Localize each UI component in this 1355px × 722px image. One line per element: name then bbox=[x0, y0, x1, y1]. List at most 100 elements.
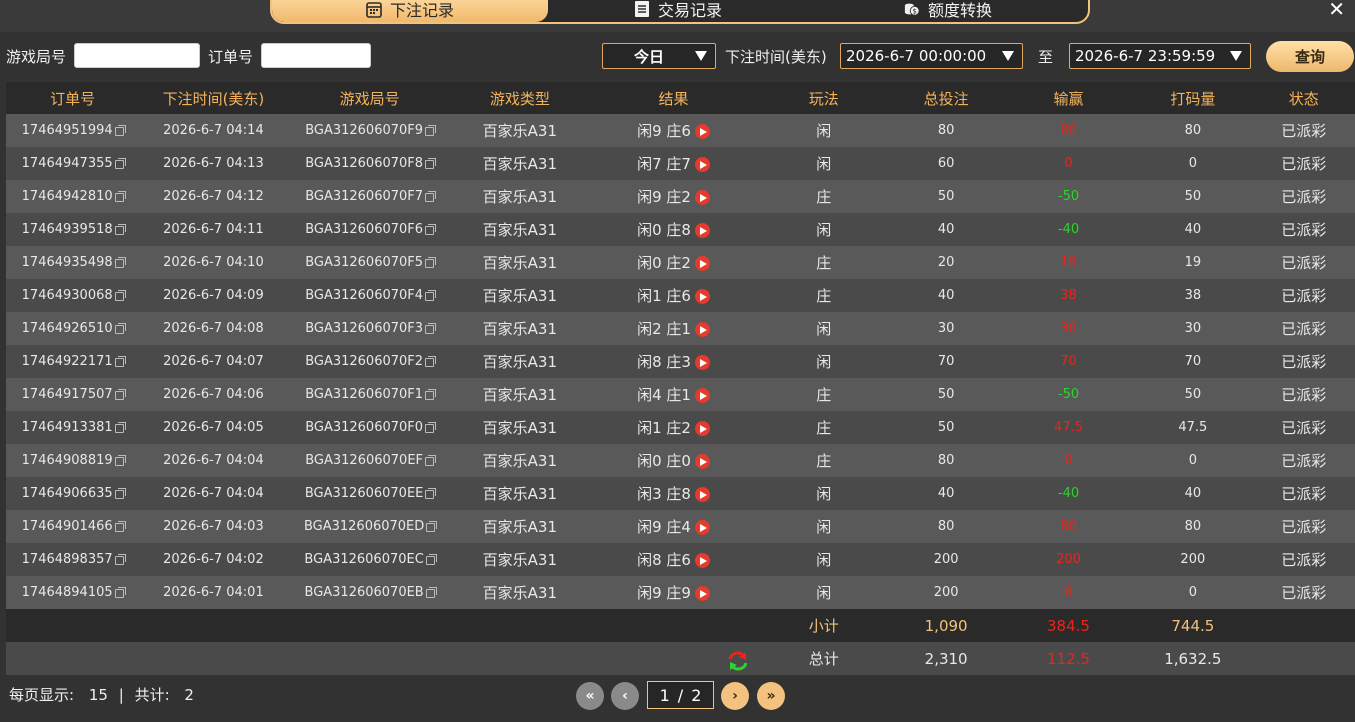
order-id: 17464922171 bbox=[21, 354, 113, 369]
first-page-button[interactable]: « bbox=[576, 682, 604, 710]
win-loss: -50 bbox=[1057, 189, 1080, 204]
chevron-down-icon bbox=[1230, 51, 1242, 61]
copy-icon[interactable] bbox=[425, 257, 437, 268]
status: 已派彩 bbox=[1281, 320, 1327, 338]
to-label: 至 bbox=[1038, 48, 1054, 66]
order-id: 17464898357 bbox=[21, 552, 113, 567]
play-icon[interactable] bbox=[694, 421, 710, 436]
copy-icon[interactable] bbox=[114, 455, 126, 466]
tab-transaction-records[interactable]: 交易记录 bbox=[548, 0, 808, 22]
round-id-cell: BGA312606070EF bbox=[288, 453, 452, 468]
copy-icon[interactable] bbox=[114, 521, 126, 532]
play-icon[interactable] bbox=[694, 520, 710, 535]
order-id-cell: 17464913381 bbox=[6, 420, 139, 435]
play-icon[interactable] bbox=[694, 553, 710, 568]
play-icon[interactable] bbox=[694, 190, 710, 205]
total-bet: 50 bbox=[937, 189, 955, 204]
copy-icon[interactable] bbox=[114, 488, 126, 499]
prev-page-button[interactable]: ‹ bbox=[611, 682, 639, 710]
copy-icon[interactable] bbox=[426, 521, 438, 532]
round-id: BGA312606070ED bbox=[303, 519, 425, 534]
round-id-input[interactable] bbox=[74, 43, 200, 68]
copy-icon[interactable] bbox=[425, 191, 437, 202]
copy-icon[interactable] bbox=[425, 125, 437, 136]
tab-bet-records[interactable]: 下注记录 bbox=[272, 0, 548, 22]
result-cell: 闲9 庄2 bbox=[588, 186, 759, 207]
status: 已派彩 bbox=[1281, 518, 1327, 536]
copy-icon[interactable] bbox=[114, 356, 126, 367]
page-number-box[interactable]: 1 / 2 bbox=[647, 681, 714, 709]
win-loss: 80 bbox=[1060, 123, 1077, 138]
copy-icon[interactable] bbox=[114, 290, 126, 301]
round-id-cell: BGA312606070F6 bbox=[288, 222, 452, 237]
total-bet: 40 bbox=[937, 486, 955, 501]
order-id-cell: 17464922171 bbox=[6, 354, 139, 369]
copy-icon[interactable] bbox=[425, 587, 437, 598]
copy-icon[interactable] bbox=[425, 290, 437, 301]
order-id-input[interactable] bbox=[261, 43, 371, 68]
copy-icon[interactable] bbox=[114, 257, 126, 268]
table-row: 17464913381 2026-6-7 04:05 BGA312606070F0 百… bbox=[6, 411, 1355, 444]
copy-icon[interactable] bbox=[114, 422, 126, 433]
copy-icon[interactable] bbox=[425, 356, 437, 367]
copy-icon[interactable] bbox=[114, 323, 126, 334]
play-icon[interactable] bbox=[694, 586, 710, 601]
last-page-button[interactable]: » bbox=[757, 682, 785, 710]
copy-icon[interactable] bbox=[114, 158, 126, 169]
bet-time: 2026-6-7 04:09 bbox=[163, 288, 264, 303]
table-row: 17464922171 2026-6-7 04:07 BGA312606070F2 百… bbox=[6, 345, 1355, 378]
close-icon[interactable]: ✕ bbox=[1328, 0, 1345, 19]
copy-icon[interactable] bbox=[114, 125, 126, 136]
win-loss: -50 bbox=[1057, 387, 1080, 402]
order-id: 17464947355 bbox=[21, 156, 113, 171]
play-icon[interactable] bbox=[694, 289, 710, 304]
play-icon[interactable] bbox=[694, 157, 710, 172]
result-cell: 闲3 庄8 bbox=[588, 483, 759, 504]
end-time-select[interactable]: 2026-6-7 23:59:59 bbox=[1069, 43, 1251, 69]
turnover: 0 bbox=[1188, 453, 1197, 468]
copy-icon[interactable] bbox=[114, 554, 126, 565]
copy-icon[interactable] bbox=[425, 389, 437, 400]
play-type: 庄 bbox=[816, 188, 832, 206]
win-loss: 19 bbox=[1060, 255, 1077, 270]
total-turnover: 1,632.5 bbox=[1164, 649, 1222, 668]
period-select[interactable]: 今日 bbox=[602, 43, 716, 69]
play-icon[interactable] bbox=[694, 388, 710, 403]
copy-icon[interactable] bbox=[425, 323, 437, 334]
total-bet: 20 bbox=[937, 255, 955, 270]
next-page-button[interactable]: › bbox=[721, 682, 749, 710]
play-icon[interactable] bbox=[694, 124, 710, 139]
copy-icon[interactable] bbox=[114, 587, 126, 598]
query-button[interactable]: 查询 bbox=[1266, 41, 1354, 72]
play-icon[interactable] bbox=[694, 223, 710, 238]
tab-bar: 下注记录 交易记录 $ 额度转换 bbox=[270, 0, 1090, 24]
copy-icon[interactable] bbox=[425, 422, 437, 433]
order-id-cell: 17464942810 bbox=[6, 189, 139, 204]
game-type: 百家乐A31 bbox=[482, 518, 558, 536]
copy-icon[interactable] bbox=[425, 224, 437, 235]
copy-icon[interactable] bbox=[114, 389, 126, 400]
play-icon[interactable] bbox=[694, 256, 710, 271]
game-type: 百家乐A31 bbox=[482, 551, 558, 569]
game-type: 百家乐A31 bbox=[482, 485, 558, 503]
play-icon[interactable] bbox=[694, 454, 710, 469]
play-icon[interactable] bbox=[694, 487, 710, 502]
copy-icon[interactable] bbox=[425, 554, 437, 565]
round-id-cell: BGA312606070F0 bbox=[288, 420, 452, 435]
refresh-icon[interactable] bbox=[727, 650, 749, 672]
play-type: 闲 bbox=[816, 155, 832, 173]
copy-icon[interactable] bbox=[425, 158, 437, 169]
col-play: 玩法 bbox=[808, 89, 839, 108]
table-row: 17464898357 2026-6-7 04:02 BGA312606070EC 百… bbox=[6, 543, 1355, 576]
round-id-cell: BGA312606070F9 bbox=[288, 123, 452, 138]
copy-icon[interactable] bbox=[114, 191, 126, 202]
play-icon[interactable] bbox=[694, 322, 710, 337]
result-text: 闲9 庄6 bbox=[637, 122, 691, 140]
total-bet: 40 bbox=[937, 288, 955, 303]
tab-credit-transfer[interactable]: $ 额度转换 bbox=[808, 0, 1088, 22]
start-time-select[interactable]: 2026-6-7 00:00:00 bbox=[840, 43, 1023, 69]
copy-icon[interactable] bbox=[114, 224, 126, 235]
copy-icon[interactable] bbox=[425, 455, 437, 466]
copy-icon[interactable] bbox=[425, 488, 437, 499]
play-icon[interactable] bbox=[694, 355, 710, 370]
